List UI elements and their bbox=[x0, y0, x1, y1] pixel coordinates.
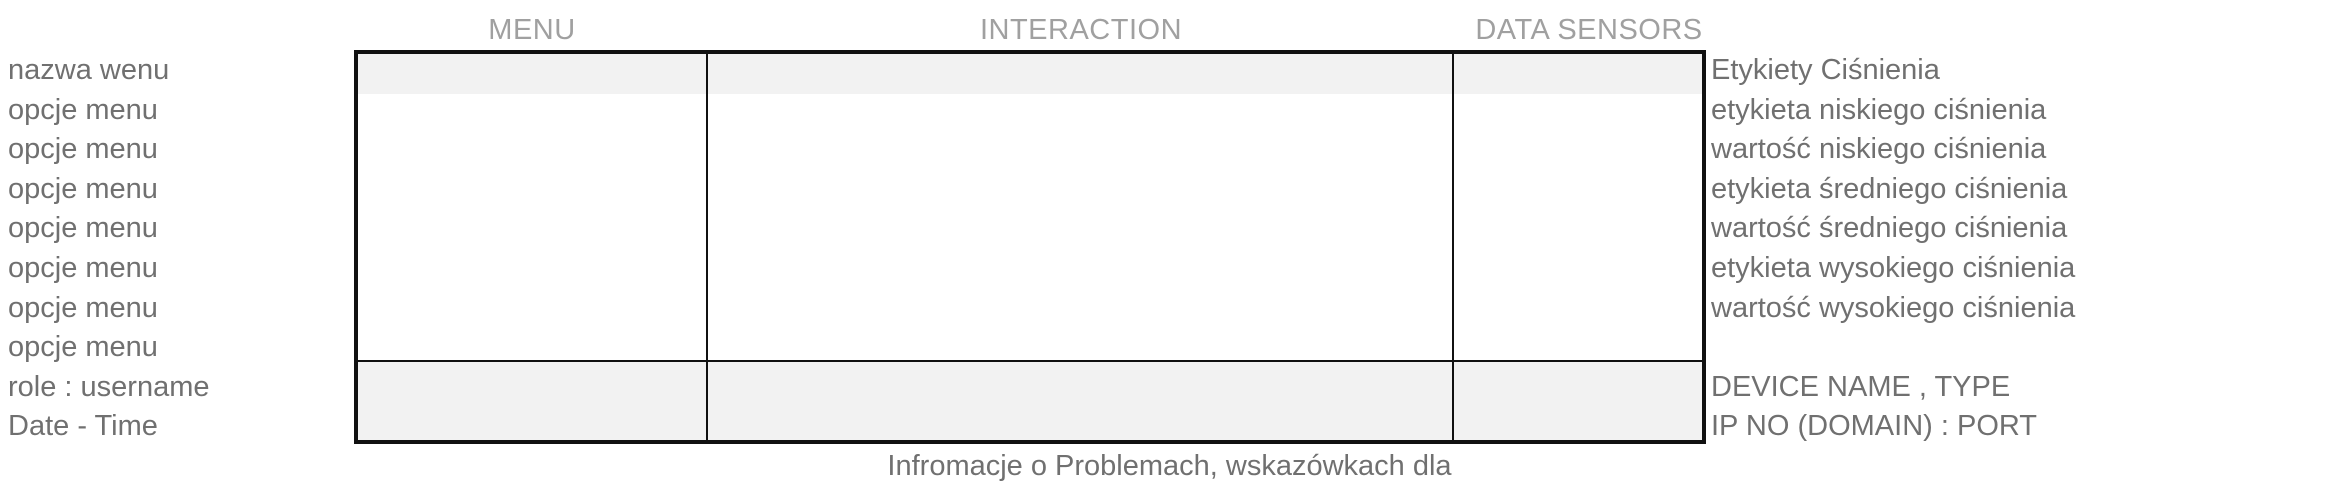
menu-option-label: opcje menu bbox=[8, 212, 158, 245]
bottom-footer-band bbox=[358, 360, 1702, 440]
problems-info-caption: Infromacje o Problemach, wskazówkach dla bbox=[887, 450, 1452, 482]
role-username-label: role : username bbox=[8, 370, 210, 403]
pressure-labels-title: Etykiety Ciśnienia bbox=[1711, 54, 1940, 86]
menu-option-label: opcje menu bbox=[8, 331, 158, 364]
low-pressure-label: etykieta niskiego ciśnienia bbox=[1711, 93, 2047, 126]
menu-interaction-divider bbox=[706, 54, 708, 440]
high-pressure-value: wartość wysokiego ciśnienia bbox=[1711, 291, 2076, 324]
menu-option-label: opcje menu bbox=[8, 133, 158, 166]
menu-option-label: opcje menu bbox=[8, 93, 158, 126]
left-annotation-column: nazwa wenu opcje menu opcje menu opcje m… bbox=[8, 51, 210, 447]
menu-column-header: MENU bbox=[488, 14, 576, 46]
date-time-label: Date - Time bbox=[8, 410, 158, 443]
menu-option-label: opcje menu bbox=[8, 172, 158, 205]
high-pressure-label: etykieta wysokiego ciśnienia bbox=[1711, 251, 2076, 284]
low-pressure-value: wartość niskiego ciśnienia bbox=[1711, 133, 2047, 166]
top-header-band bbox=[358, 54, 1702, 94]
interaction-sensors-divider bbox=[1452, 54, 1454, 440]
right-annotation-column: Etykiety Ciśnienia etykieta niskiego ciś… bbox=[1711, 51, 2075, 447]
ip-port-label: IP NO (DOMAIN) : PORT bbox=[1711, 410, 2038, 443]
data-sensors-column-header: DATA SENSORS bbox=[1475, 14, 1703, 46]
menu-name-label: nazwa wenu bbox=[8, 54, 170, 86]
medium-pressure-value: wartość średniego ciśnienia bbox=[1711, 212, 2068, 245]
menu-option-label: opcje menu bbox=[8, 291, 158, 324]
layout-wireframe bbox=[354, 50, 1706, 444]
medium-pressure-label: etykieta średniego ciśnienia bbox=[1711, 172, 2068, 205]
interaction-column-header: INTERACTION bbox=[979, 14, 1183, 46]
menu-option-label: opcje menu bbox=[8, 251, 158, 284]
device-name-type-label: DEVICE NAME , TYPE bbox=[1711, 370, 2011, 403]
